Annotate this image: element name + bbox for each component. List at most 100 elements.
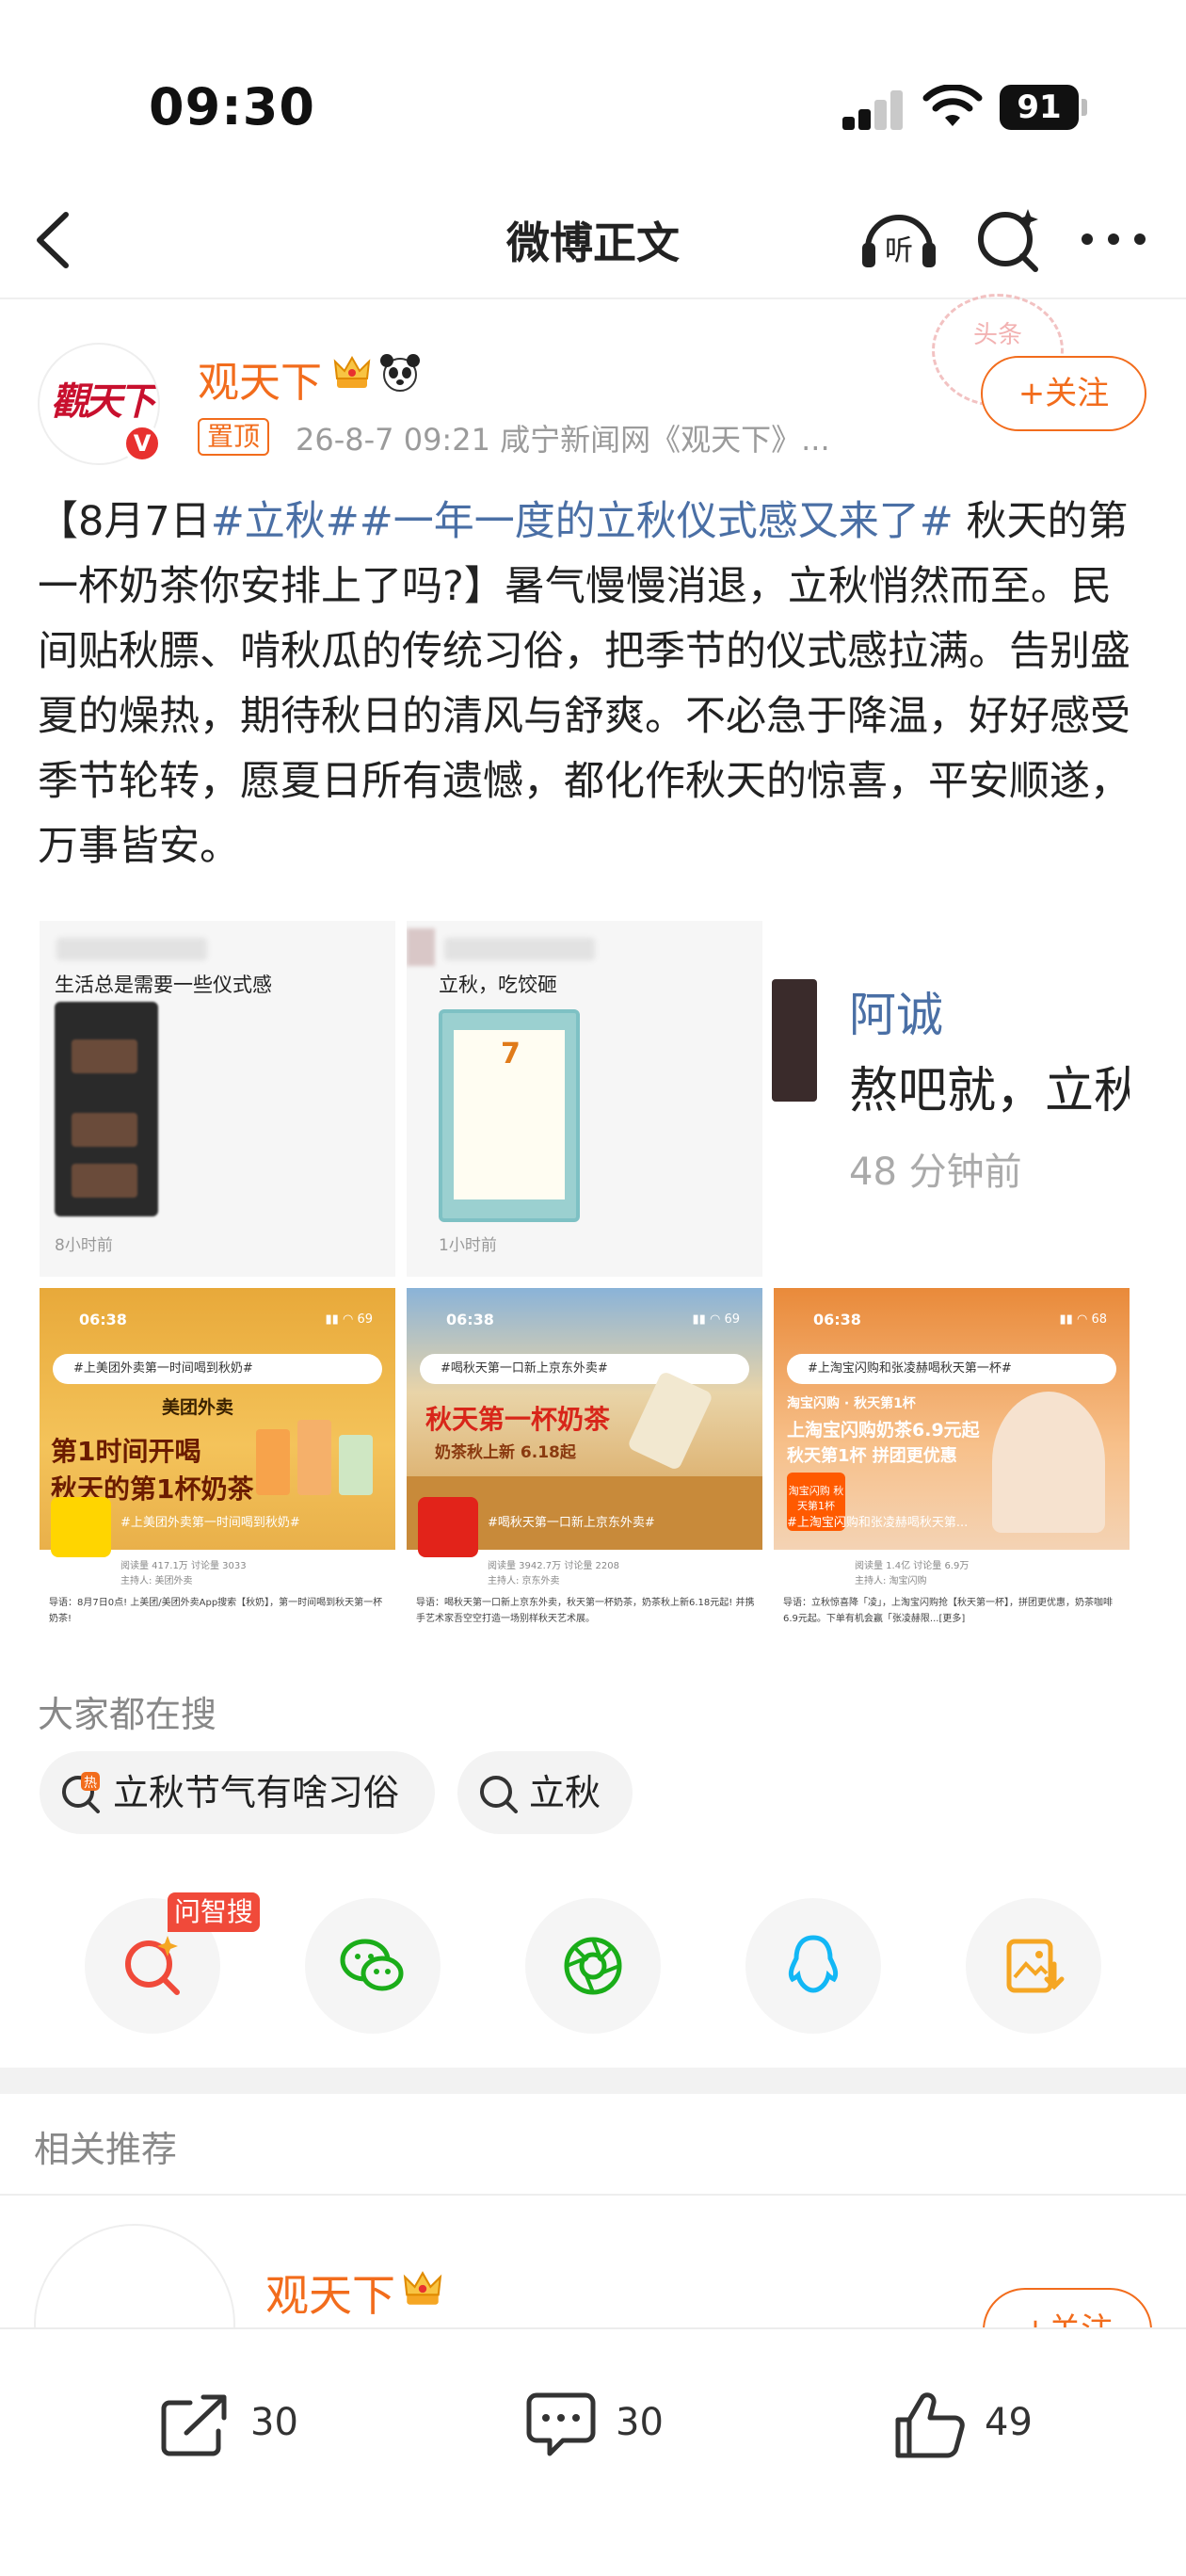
blurred-username: [56, 938, 207, 960]
screenshot-search: #上淘宝闪购和张凌赫喝秋天第一杯#: [787, 1354, 1116, 1384]
related-divider: [0, 2194, 1186, 2196]
ad-headline-2: 秋天第1杯 拼团更优惠: [787, 1446, 957, 1466]
repost-button[interactable]: 30: [158, 2380, 346, 2465]
back-arrow-icon[interactable]: [32, 209, 73, 271]
battery-level: 91: [1000, 85, 1079, 130]
blurred-avatar: [407, 928, 435, 966]
ai-search-icon[interactable]: [970, 205, 1050, 273]
ad-headline: 上淘宝闪购奶茶6.9元起: [787, 1420, 980, 1441]
ad-stats: 阅读量 3942.7万 讨论量 2208: [488, 1561, 619, 1571]
save-image-share-button[interactable]: [966, 1898, 1101, 2034]
post-text-open: 【8月7日: [38, 498, 211, 545]
page-title: 微博正文: [506, 217, 680, 268]
screenshot-status: ▮▮ ◠ 69: [692, 1312, 740, 1327]
listen-button[interactable]: 听: [858, 205, 939, 273]
more-options-icon[interactable]: [1073, 205, 1154, 273]
jd-logo: [418, 1497, 478, 1557]
post-image-4[interactable]: 06:38 ▮▮ ◠ 69 #上美团外卖第一时间喝到秋奶# 美团外卖 第1时间开…: [40, 1288, 395, 1644]
hot-search-icon: 热: [62, 1772, 100, 1813]
thumbs-up-icon: [895, 2392, 965, 2458]
battery-icon: 91: [1000, 85, 1087, 130]
screenshot-status: ▮▮ ◠ 68: [1059, 1312, 1107, 1327]
search-chip-2[interactable]: 立秋: [457, 1751, 633, 1834]
moments-share-button[interactable]: [525, 1898, 661, 2034]
comment-count: 30: [616, 2401, 664, 2444]
post-image-3[interactable]: 阿诚 熬吧就，立秋 48 分钟前: [772, 932, 1130, 1269]
panda-badge-icon: [380, 354, 420, 392]
pinned-badge: 置顶: [198, 418, 270, 456]
related-author-name[interactable]: 观天下: [265, 2262, 395, 2324]
post-image-2[interactable]: 立秋，吃饺砸 7 1小时前: [407, 921, 762, 1277]
svg-text:热: 热: [84, 1776, 97, 1791]
ad-host: 主持人: 淘宝闪购: [855, 1576, 927, 1586]
screenshot-time: 06:38: [446, 1311, 494, 1328]
bottom-action-bar: 30 30 49: [0, 2327, 1186, 2576]
avatar-calligraphy-logo: 觀天下: [51, 379, 156, 424]
post-image-1[interactable]: 生活总是需要一些仪式感 8小时前: [40, 921, 395, 1277]
search-chip-label: 立秋: [529, 1772, 601, 1813]
commenter-name: 阿诚: [849, 988, 943, 1042]
save-image-icon: [1006, 1939, 1065, 1993]
qq-icon: [788, 1935, 839, 1993]
poster-day: 7: [501, 1038, 521, 1071]
phone-screenshot: [55, 1002, 158, 1216]
ad-stats: 阅读量 417.1万 讨论量 3033: [120, 1561, 247, 1571]
author-name[interactable]: 观天下: [198, 348, 322, 409]
qq-share-button[interactable]: [745, 1898, 881, 2034]
search-chip-1[interactable]: 热 立秋节气有啥习俗: [40, 1751, 435, 1834]
post-image-5[interactable]: 06:38 ▮▮ ◠ 69 #喝秋天第一口新上京东外卖# 秋天第一杯奶茶 奶茶秋…: [407, 1288, 762, 1644]
screenshot-status: ▮▮ ◠ 69: [325, 1312, 373, 1327]
comment-text: 熬吧就，立秋: [849, 1063, 1130, 1119]
ai-search-icon: [125, 1936, 180, 1995]
calendar-poster: 7: [439, 1009, 580, 1222]
post-text: 【8月7日#立秋##一年一度的立秋仪式感又来了# 秋天的第一杯奶茶你安排上了吗?…: [38, 490, 1148, 879]
image-caption: 生活总是需要一些仪式感: [55, 974, 272, 996]
status-time: 09:30: [149, 77, 315, 137]
ad-host: 主持人: 京东外卖: [488, 1576, 560, 1586]
ad-topic: #上淘宝闪购和张凌赫喝秋天第...: [787, 1516, 969, 1530]
comment-time: 48 分钟前: [849, 1151, 1022, 1194]
moments-icon: [564, 1937, 622, 1995]
crown-badge-icon: [333, 355, 371, 388]
wifi-icon: [922, 85, 983, 126]
ad-stats: 阅读量 1.4亿 讨论量 6.9万: [855, 1561, 970, 1571]
wechat-icon: [340, 1939, 404, 1991]
hashtag-liqiu[interactable]: #立秋#: [211, 498, 360, 545]
wechat-share-button[interactable]: [305, 1898, 441, 2034]
screenshot-search: #喝秋天第一口新上京东外卖#: [420, 1354, 749, 1384]
comment-button[interactable]: 30: [523, 2380, 712, 2465]
verified-badge-icon: V: [122, 424, 162, 463]
ad-topic: #上美团外卖第一时间喝到秋奶#: [120, 1516, 300, 1530]
ad-headline: 秋天第一杯奶茶: [425, 1404, 611, 1435]
milk-tea-cup: [626, 1370, 714, 1472]
like-count: 49: [985, 2401, 1033, 2444]
svg-text:听: 听: [885, 234, 913, 267]
commenter-avatar: [772, 979, 817, 1102]
screenshot-time: 06:38: [79, 1311, 127, 1328]
blurred-username: [444, 938, 595, 960]
post-meta: 26-8-7 09:21 咸宁新闻网《观天下》...: [296, 422, 830, 458]
repost-icon: [161, 2394, 227, 2456]
related-title: 相关推荐: [34, 2129, 178, 2170]
meituan-logo: [51, 1497, 111, 1557]
search-icon: [480, 1776, 518, 1813]
image-time: 1小时前: [439, 1236, 497, 1255]
milk-tea-cups: [256, 1401, 378, 1505]
crown-badge-icon: [403, 2271, 442, 2305]
ad-topic: #喝秋天第一口新上京东外卖#: [488, 1516, 655, 1530]
ad-brand: 美团外卖: [162, 1397, 234, 1418]
screenshot-time: 06:38: [813, 1311, 861, 1328]
headphones-icon: 听: [862, 215, 936, 267]
hashtag-ritual[interactable]: #一年一度的立秋仪式感又来了#: [360, 498, 954, 545]
section-divider: [0, 2068, 1186, 2094]
image-caption: 立秋，吃饺砸: [439, 974, 557, 996]
follow-button[interactable]: +关注: [981, 356, 1146, 431]
like-button[interactable]: 49: [892, 2380, 1081, 2465]
status-bar: 09:30 91: [0, 0, 1186, 188]
repost-count: 30: [250, 2401, 298, 2444]
search-chip-label: 立秋节气有啥习俗: [113, 1772, 400, 1813]
post-image-6[interactable]: 06:38 ▮▮ ◠ 68 #上淘宝闪购和张凌赫喝秋天第一杯# 淘宝闪购 · 秋…: [774, 1288, 1130, 1644]
nav-bar: 微博正文 听: [0, 188, 1186, 299]
cellular-signal-icon: [842, 89, 905, 130]
screenshot-search: #上美团外卖第一时间喝到秋奶#: [53, 1354, 382, 1384]
